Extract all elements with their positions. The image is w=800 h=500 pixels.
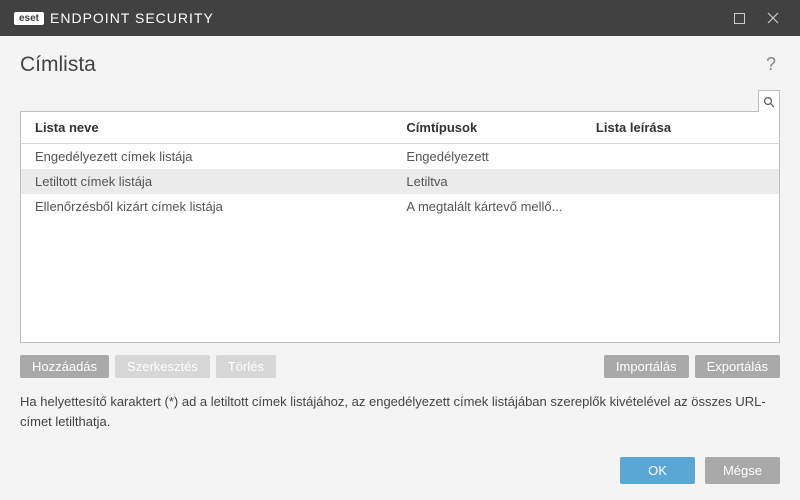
- table-row[interactable]: Ellenőrzésből kizárt címek listája A meg…: [21, 194, 779, 219]
- cell-name: Letiltott címek listája: [21, 169, 392, 194]
- edit-button[interactable]: Szerkesztés: [115, 355, 210, 378]
- col-list-name[interactable]: Lista neve: [21, 112, 392, 144]
- cell-desc: [582, 194, 779, 219]
- table-row[interactable]: Engedélyezett címek listája Engedélyezet…: [21, 144, 779, 170]
- cell-types: Engedélyezett: [392, 144, 582, 170]
- cell-desc: [582, 169, 779, 194]
- cell-types: Letiltva: [392, 169, 582, 194]
- brand-text: ENDPOINT SECURITY: [50, 10, 214, 26]
- import-button[interactable]: Importálás: [604, 355, 689, 378]
- delete-button[interactable]: Törlés: [216, 355, 276, 378]
- cell-types: A megtalált kártevő mellő...: [392, 194, 582, 219]
- note-text: Ha helyettesítő karaktert (*) ad a letil…: [20, 392, 780, 431]
- cell-name: Ellenőrzésből kizárt címek listája: [21, 194, 392, 219]
- minimize-button[interactable]: [722, 0, 756, 36]
- add-button[interactable]: Hozzáadás: [20, 355, 109, 378]
- col-address-types[interactable]: Címtípusok: [392, 112, 582, 144]
- search-icon: [763, 96, 775, 108]
- titlebar: eset ENDPOINT SECURITY: [0, 0, 800, 36]
- cancel-button[interactable]: Mégse: [705, 457, 780, 484]
- address-list-table: Lista neve Címtípusok Lista leírása Enge…: [20, 111, 780, 343]
- table-row[interactable]: Letiltott címek listája Letiltva: [21, 169, 779, 194]
- close-button[interactable]: [756, 0, 790, 36]
- page-title: Címlista: [20, 53, 96, 77]
- export-button[interactable]: Exportálás: [695, 355, 780, 378]
- help-icon[interactable]: ?: [762, 50, 780, 79]
- col-list-desc[interactable]: Lista leírása: [582, 112, 779, 144]
- ok-button[interactable]: OK: [620, 457, 695, 484]
- cell-name: Engedélyezett címek listája: [21, 144, 392, 170]
- brand-badge: eset: [14, 12, 44, 25]
- cell-desc: [582, 144, 779, 170]
- search-button[interactable]: [758, 90, 780, 112]
